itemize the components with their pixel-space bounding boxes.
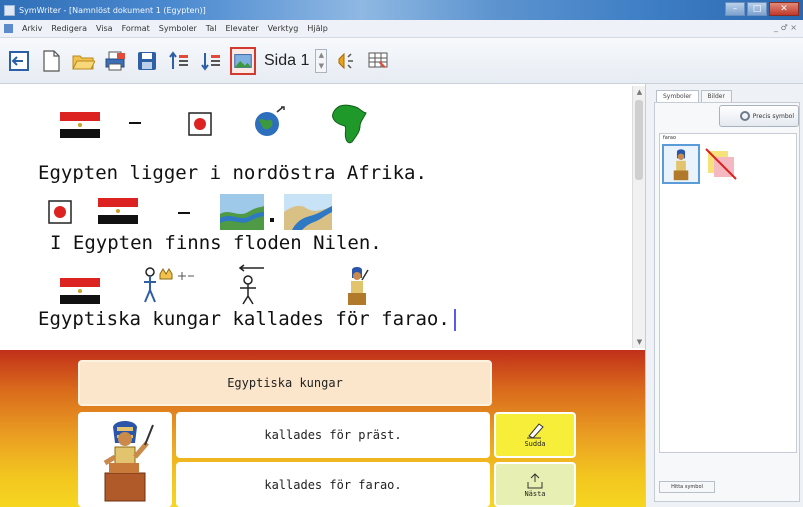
page-spinner[interactable]: ▲ ▼ xyxy=(315,48,328,73)
document-line-3[interactable]: Egyptiska kungar kallades för farao. xyxy=(38,308,456,331)
new-document-icon xyxy=(43,49,60,72)
menu-elevater[interactable]: Elevater xyxy=(225,24,258,33)
find-symbol-label: Precis symbol xyxy=(752,112,794,120)
exit-button[interactable] xyxy=(6,47,32,75)
tab-symboler[interactable]: Symboler xyxy=(656,90,699,102)
symbol-results: farao xyxy=(659,133,797,453)
picture-toggle-button[interactable] xyxy=(230,46,256,75)
grid-option-cell-1[interactable]: kallades för präst. xyxy=(176,412,490,458)
dash-icon xyxy=(178,208,190,218)
page-label: Sida 1 xyxy=(264,51,310,69)
menu-bar: Arkiv Redigera Visa Format Symboler Tal … xyxy=(0,20,803,38)
window-title: SymWriter - [Namnlöst dokument 1 (Egypte… xyxy=(19,5,206,15)
picture-icon xyxy=(234,53,252,68)
find-symbol-button[interactable]: Precis symbol xyxy=(719,105,799,127)
sudda-button[interactable]: Sudda xyxy=(494,412,576,458)
grid-area: Egyptiska kungar kallades för präst. Sud… xyxy=(0,350,645,507)
minimize-button[interactable]: – xyxy=(725,2,745,16)
panel-tabs: Symboler Bilder xyxy=(656,90,732,102)
location-marker-icon xyxy=(48,200,72,224)
grid-header-cell[interactable]: Egyptiska kungar xyxy=(78,360,492,406)
exit-icon xyxy=(9,50,29,71)
magnifier-icon xyxy=(739,111,750,121)
globe-icon xyxy=(251,106,287,138)
mdi-controls[interactable]: _ ♂ × xyxy=(774,23,797,32)
app-icon xyxy=(4,4,15,16)
speaker-icon xyxy=(338,52,354,69)
speak-button[interactable] xyxy=(333,47,359,75)
eraser-icon xyxy=(527,423,544,439)
dash-icon xyxy=(129,118,141,128)
open-button[interactable] xyxy=(70,47,96,75)
new-document-button[interactable] xyxy=(38,47,64,75)
document-line-1[interactable]: Egypten ligger i nordöstra Afrika. xyxy=(38,162,427,184)
document-line-3-text: Egyptiska kungar kallades för farao. xyxy=(38,308,450,330)
result-no-symbol[interactable] xyxy=(702,144,740,184)
sudda-label: Sudda xyxy=(524,440,546,448)
egypt-flag-icon xyxy=(98,198,138,224)
egypt-flag-icon xyxy=(60,112,100,138)
nasta-label: Nästa xyxy=(524,489,546,498)
pharaoh-image-cell[interactable] xyxy=(78,412,172,507)
title-bar: SymWriter - [Namnlöst dokument 1 (Egypte… xyxy=(0,0,803,20)
grid-icon xyxy=(368,52,388,68)
symbol-pane: Precis symbol farao Hitta symbol xyxy=(654,102,800,502)
menu-hjalp[interactable]: Hjälp xyxy=(307,24,327,33)
open-folder-icon xyxy=(72,55,95,69)
result-pharaoh-symbol[interactable] xyxy=(662,144,700,184)
africa-icon xyxy=(330,102,372,146)
menu-visa[interactable]: Visa xyxy=(96,24,113,33)
document-area[interactable]: Egypten ligger i nordöstra Afrika. I Egy… xyxy=(8,86,632,346)
symbol-panel: Symboler Bilder Precis symbol farao Hitt… xyxy=(645,84,803,507)
period-icon xyxy=(268,216,276,224)
location-marker-icon xyxy=(188,112,212,136)
menu-arkiv[interactable]: Arkiv xyxy=(22,24,42,33)
called-icon xyxy=(230,264,270,306)
text-caret xyxy=(453,308,456,331)
window-controls: – □ ✕ xyxy=(725,2,799,16)
save-button[interactable] xyxy=(134,47,160,75)
find-symbol-tab[interactable]: Hitta symbol xyxy=(659,481,715,493)
document-scrollbar[interactable]: ▲ ▼ xyxy=(632,86,645,348)
menu-symboler[interactable]: Symboler xyxy=(159,24,197,33)
close-button[interactable]: ✕ xyxy=(769,2,799,16)
increase-spacing-icon xyxy=(169,50,188,69)
decrease-spacing-icon xyxy=(201,52,220,71)
kings-icon xyxy=(140,266,196,306)
decrease-spacing-button[interactable] xyxy=(198,47,224,75)
menu-verktyg[interactable]: Verktyg xyxy=(268,24,299,33)
nasta-button[interactable]: Nästa xyxy=(494,462,576,507)
menu-format[interactable]: Format xyxy=(122,24,150,33)
results-label: farao xyxy=(663,135,677,141)
pharaoh-icon xyxy=(103,420,154,501)
spinner-up-icon[interactable]: ▲ xyxy=(316,50,326,61)
tab-bilder[interactable]: Bilder xyxy=(700,90,732,102)
print-button[interactable] xyxy=(102,47,128,75)
grid-button[interactable] xyxy=(365,47,391,75)
egypt-flag-icon xyxy=(60,278,100,304)
no-symbol-icon xyxy=(705,148,737,180)
pharaoh-icon xyxy=(673,149,689,181)
menu-tal[interactable]: Tal xyxy=(206,24,217,33)
spinner-down-icon[interactable]: ▼ xyxy=(316,61,326,72)
grid-option-cell-2[interactable]: kallades för farao. xyxy=(176,462,490,507)
document-line-2[interactable]: I Egypten finns floden Nilen. xyxy=(50,232,382,254)
increase-spacing-button[interactable] xyxy=(166,47,192,75)
nile-icon xyxy=(284,194,332,230)
pharaoh-icon xyxy=(342,264,372,306)
menu-redigera[interactable]: Redigera xyxy=(51,24,87,33)
print-icon xyxy=(105,51,125,70)
document-icon xyxy=(4,24,13,33)
scrollbar-thumb[interactable] xyxy=(635,100,643,180)
save-icon xyxy=(138,51,156,70)
river-icon xyxy=(220,194,264,230)
next-icon xyxy=(527,472,543,488)
toolbar: Sida 1 ▲ ▼ xyxy=(0,38,803,84)
maximize-button[interactable]: □ xyxy=(747,2,767,16)
